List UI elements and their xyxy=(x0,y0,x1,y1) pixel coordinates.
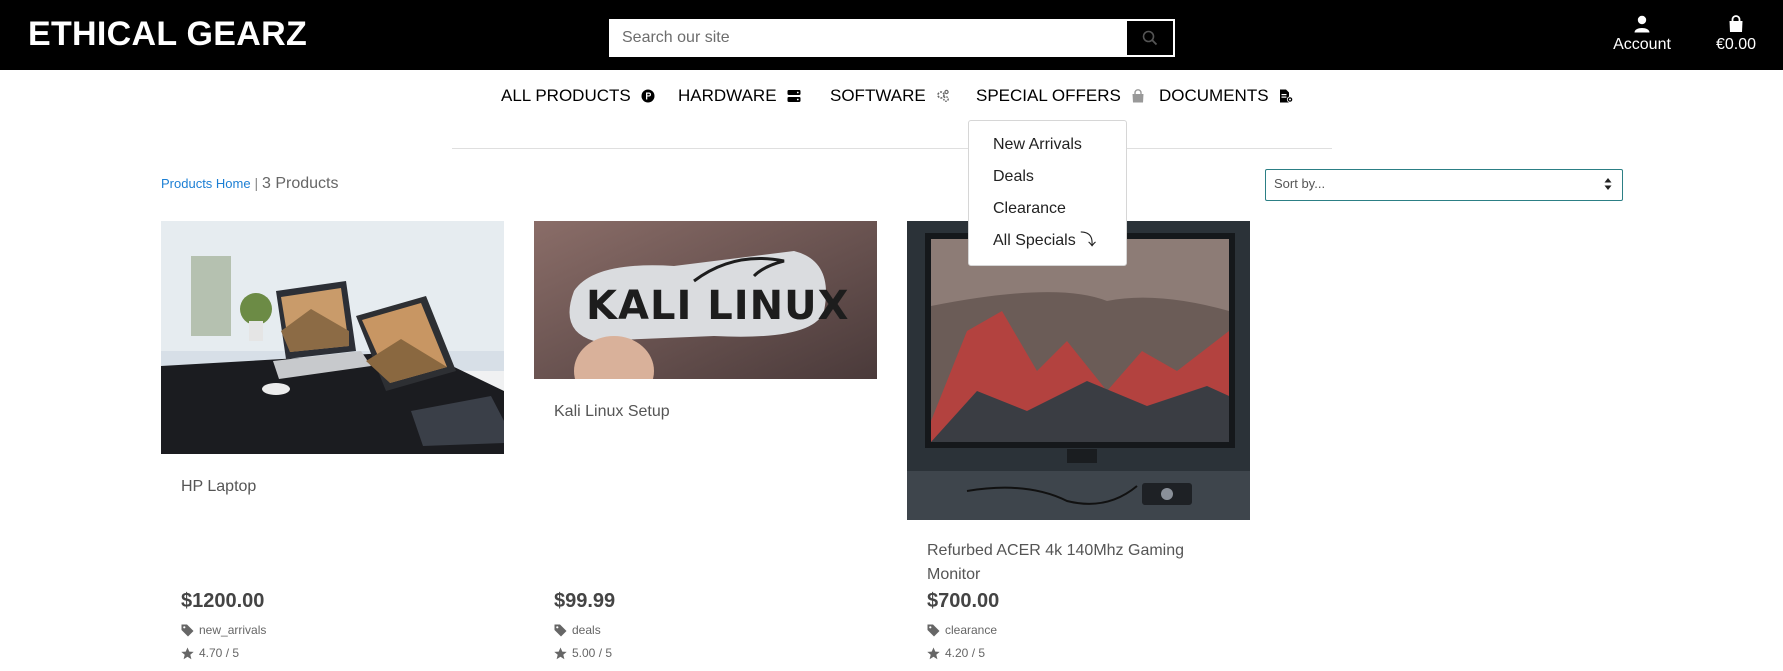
main-nav: ALL PRODUCTS HARDWARE SOFTWARE SPECIAL O… xyxy=(0,86,1783,108)
star-icon xyxy=(181,647,194,659)
nav-hardware-label: HARDWARE xyxy=(678,86,777,105)
bag-link[interactable]: €0.00 xyxy=(1712,14,1760,54)
search-form xyxy=(609,19,1175,57)
cogs-icon xyxy=(936,89,949,102)
tag-icon xyxy=(554,624,567,636)
special-offers-dropdown: New Arrivals Deals Clearance All Special… xyxy=(968,120,1127,266)
account-label: Account xyxy=(1613,36,1671,53)
product-tag-label: clearance xyxy=(945,623,998,637)
nav-hardware[interactable]: HARDWARE xyxy=(678,86,801,106)
product-card: HP Laptop $1200.00 new_arrivals 4.70 / 5 xyxy=(161,221,504,671)
nav-special-offers-label: SPECIAL OFFERS xyxy=(976,86,1121,105)
shopping-bag-icon xyxy=(1729,15,1743,32)
product-price: $700.00 xyxy=(927,590,1000,612)
product-name[interactable]: Kali Linux Setup xyxy=(554,400,854,424)
tag-icon xyxy=(927,624,940,636)
account-link[interactable]: Account xyxy=(1612,14,1672,54)
user-icon xyxy=(1634,15,1650,33)
product-tag[interactable]: clearance xyxy=(927,623,997,637)
dropdown-item-new-arrivals[interactable]: New Arrivals xyxy=(969,135,1126,167)
dropdown-item-all-specials[interactable]: All Specials ⤵ xyxy=(969,231,1126,263)
product-card: KALI LINUX Kali Linux Setup $99.99 deals… xyxy=(534,221,877,671)
dropdown-item-deals[interactable]: Deals xyxy=(969,167,1126,199)
sort-selected-value: Sort by... xyxy=(1274,176,1326,191)
nav-documents-label: DOCUMENTS xyxy=(1159,86,1269,105)
shopping-bag-icon xyxy=(1132,89,1144,103)
product-image[interactable]: KALI LINUX xyxy=(534,221,877,379)
nav-documents[interactable]: DOCUMENTS xyxy=(1159,86,1293,106)
star-icon xyxy=(927,647,940,659)
bag-total: €0.00 xyxy=(1715,36,1757,53)
breadcrumb-separator: | xyxy=(254,175,259,191)
product-rating-value: 4.70 / 5 xyxy=(199,646,240,660)
nav-all-products-label: ALL PRODUCTS xyxy=(501,86,631,105)
sort-arrows-icon xyxy=(1604,178,1612,190)
top-header: ETHICAL GEARZ Account €0.00 xyxy=(0,0,1783,70)
product-name[interactable]: HP Laptop xyxy=(181,475,481,499)
product-price: $1200.00 xyxy=(181,590,265,612)
nav-special-offers[interactable]: SPECIAL OFFERS xyxy=(976,86,1145,106)
product-name[interactable]: Refurbed ACER 4k 140Mhz Gaming Monitor xyxy=(927,539,1227,587)
product-rating: 4.70 / 5 xyxy=(181,646,239,660)
product-tag[interactable]: deals xyxy=(554,623,601,637)
nav-software[interactable]: SOFTWARE xyxy=(830,86,950,106)
product-price: $99.99 xyxy=(554,590,616,612)
product-rating: 4.20 / 5 xyxy=(927,646,985,660)
nav-software-label: SOFTWARE xyxy=(830,86,926,105)
svg-text:KALI LINUX: KALI LINUX xyxy=(586,283,849,329)
tag-icon xyxy=(181,624,194,636)
dropdown-item-clearance[interactable]: Clearance xyxy=(969,199,1126,231)
product-tag[interactable]: new_arrivals xyxy=(181,623,266,637)
nav-divider xyxy=(452,148,1332,149)
product-rating: 5.00 / 5 xyxy=(554,646,612,660)
product-count: 3 Products xyxy=(262,175,339,192)
product-card: Refurbed ACER 4k 140Mhz Gaming Monitor $… xyxy=(907,221,1250,671)
product-tag-label: new_arrivals xyxy=(199,623,267,637)
product-image[interactable] xyxy=(161,221,504,454)
sort-select[interactable]: Sort by... xyxy=(1265,169,1623,201)
breadcrumb: Products Home | 3 Products xyxy=(161,175,339,193)
search-icon xyxy=(1142,30,1158,46)
search-button[interactable] xyxy=(1126,20,1174,56)
search-input[interactable] xyxy=(610,20,1126,56)
product-rating-value: 5.00 / 5 xyxy=(572,646,613,660)
p-circle-icon xyxy=(641,89,655,103)
server-icon xyxy=(787,90,801,102)
products-home-link[interactable]: Products Home xyxy=(161,176,251,191)
nav-all-products[interactable]: ALL PRODUCTS xyxy=(501,86,655,106)
file-icon xyxy=(1279,89,1293,103)
product-tag-label: deals xyxy=(572,623,601,637)
product-rating-value: 4.20 / 5 xyxy=(945,646,986,660)
star-icon xyxy=(554,647,567,659)
site-logo[interactable]: ETHICAL GEARZ xyxy=(28,15,307,54)
